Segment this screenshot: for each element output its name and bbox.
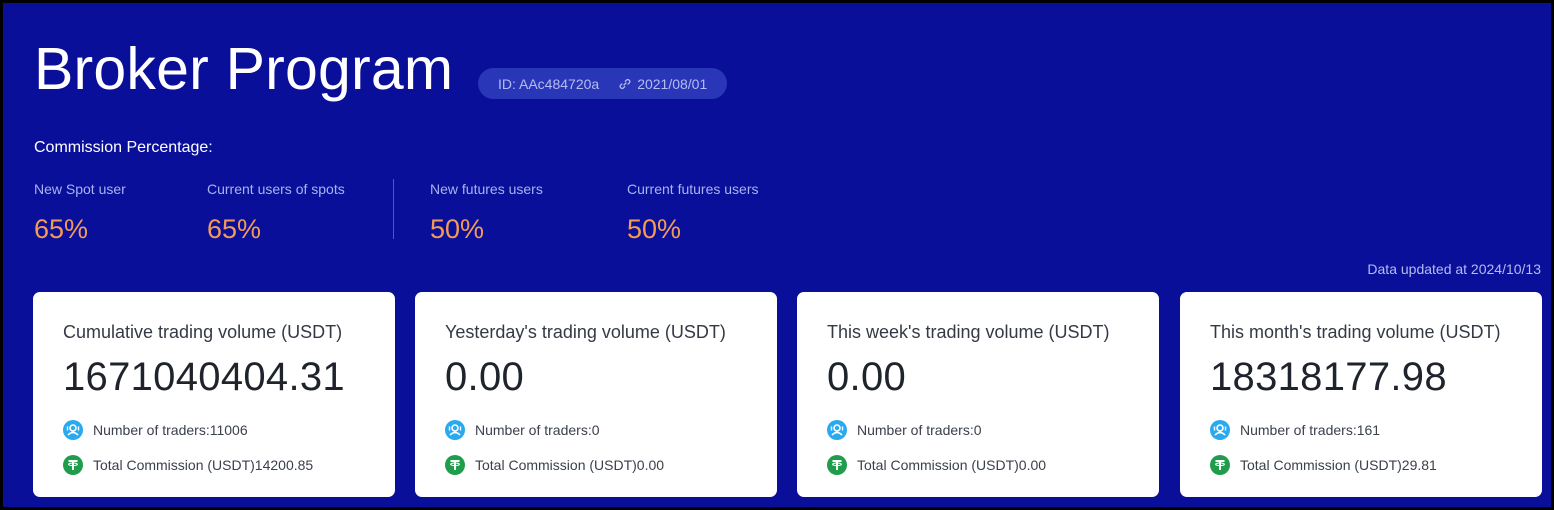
rate-new-spot-user: New Spot user 65%: [34, 181, 126, 245]
rate-value: 50%: [430, 214, 485, 244]
card-title: This month's trading volume (USDT): [1210, 322, 1501, 342]
traders-count: Number of traders:161: [1240, 422, 1381, 438]
card-value: 1671040404.31: [63, 355, 345, 399]
traders-count: Number of traders:11006: [93, 422, 248, 438]
page-title: Broker Program: [34, 36, 454, 102]
card-value: 0.00: [445, 355, 525, 399]
traders-row: Number of traders:0: [827, 420, 982, 440]
traders-row: Number of traders:0: [445, 420, 600, 440]
broker-id-badge: ID: AAc484720a 2021/08/01: [478, 68, 728, 99]
usdt-icon: [445, 455, 465, 475]
usdt-icon: [827, 455, 847, 475]
total-commission: Total Commission (USDT)14200.85: [93, 457, 314, 473]
card-month-volume: This month's trading volume (USDT) 18318…: [1180, 292, 1542, 497]
program-date: 2021/08/01: [637, 75, 708, 92]
card-title: Cumulative trading volume (USDT): [63, 322, 343, 342]
card-title: Yesterday's trading volume (USDT): [445, 322, 726, 342]
rate-value: 65%: [207, 214, 262, 244]
traders-count: Number of traders:0: [857, 422, 982, 438]
rate-label: New futures users: [430, 181, 543, 197]
card-value: 18318177.98: [1210, 355, 1447, 399]
rate-value: 50%: [627, 214, 682, 244]
traders-icon: [827, 420, 847, 440]
usdt-icon: [1210, 455, 1230, 475]
card-week-volume: This week's trading volume (USDT) 0.00 N…: [797, 292, 1159, 497]
rate-value: 65%: [34, 214, 89, 244]
card-yesterday-volume: Yesterday's trading volume (USDT) 0.00 N…: [415, 292, 777, 497]
traders-icon: [63, 420, 83, 440]
traders-icon: [1210, 420, 1230, 440]
card-value: 0.00: [827, 355, 907, 399]
traders-row: Number of traders:161: [1210, 420, 1380, 440]
commission-row: Total Commission (USDT)0.00: [827, 455, 1046, 475]
rate-label: Current futures users: [627, 181, 759, 197]
traders-count: Number of traders:0: [475, 422, 600, 438]
commission-row: Total Commission (USDT)0.00: [445, 455, 664, 475]
card-cumulative-volume: Cumulative trading volume (USDT) 1671040…: [33, 292, 395, 497]
traders-icon: [445, 420, 465, 440]
link-icon[interactable]: [619, 78, 631, 90]
total-commission: Total Commission (USDT)0.00: [857, 457, 1047, 473]
rates-divider: [393, 179, 394, 239]
total-commission: Total Commission (USDT)0.00: [475, 457, 665, 473]
rate-current-spot-users: Current users of spots 65%: [207, 181, 345, 245]
traders-row: Number of traders:11006: [63, 420, 248, 440]
rate-new-futures-users: New futures users 50%: [430, 181, 543, 245]
broker-program-panel: Broker Program ID: AAc484720a 2021/08/01…: [3, 3, 1551, 507]
commission-row: Total Commission (USDT)14200.85: [63, 455, 313, 475]
commission-percentage-label: Commission Percentage:: [34, 139, 213, 156]
usdt-icon: [63, 455, 83, 475]
rate-label: New Spot user: [34, 181, 126, 197]
commission-row: Total Commission (USDT)29.81: [1210, 455, 1437, 475]
card-title: This week's trading volume (USDT): [827, 322, 1110, 342]
rate-label: Current users of spots: [207, 181, 345, 197]
rate-current-futures-users: Current futures users 50%: [627, 181, 759, 245]
data-updated-timestamp: Data updated at 2024/10/13: [1367, 261, 1541, 277]
total-commission: Total Commission (USDT)29.81: [1240, 457, 1437, 473]
broker-id: ID: AAc484720a: [498, 75, 600, 92]
